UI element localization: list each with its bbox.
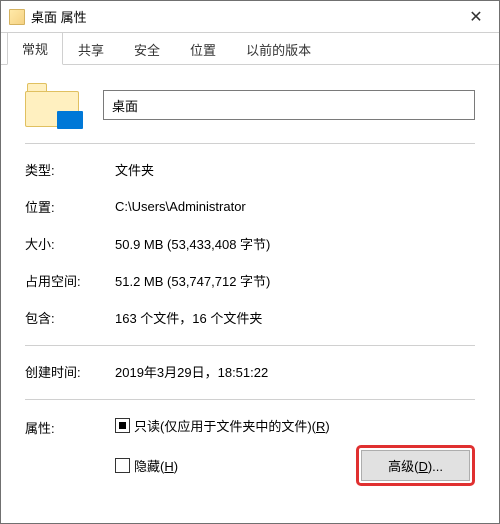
tab-content-general: 桌面 类型: 文件夹 位置: C:\Users\Administrator 大小…	[1, 65, 499, 523]
tab-previous-versions[interactable]: 以前的版本	[231, 33, 326, 65]
hidden-checkbox[interactable]: 隐藏(H)	[115, 456, 178, 475]
value-size: 50.9 MB (53,433,408 字节)	[115, 234, 475, 253]
folder-name-field[interactable]: 桌面	[103, 90, 475, 120]
label-location: 位置:	[25, 197, 115, 216]
titlebar: 桌面 属性 ✕	[1, 1, 499, 33]
value-location: C:\Users\Administrator	[115, 199, 475, 214]
value-sizeondisk: 51.2 MB (53,747,712 字节)	[115, 271, 475, 290]
readonly-checkbox[interactable]: 只读(仅应用于文件夹中的文件)(R)	[115, 416, 330, 435]
label-attributes: 属性:	[25, 416, 115, 437]
window-title: 桌面 属性	[31, 7, 453, 26]
value-created: 2019年3月29日，18:51:22	[115, 362, 475, 381]
label-type: 类型:	[25, 160, 115, 179]
checkbox-empty-icon	[115, 458, 130, 473]
divider	[25, 399, 475, 400]
hidden-label: 隐藏(H)	[134, 456, 178, 475]
advanced-button[interactable]: 高级(D)...	[361, 450, 470, 481]
folder-icon	[9, 9, 25, 25]
value-contains: 163 个文件，16 个文件夹	[115, 308, 475, 327]
tab-security[interactable]: 安全	[119, 33, 175, 65]
tab-sharing[interactable]: 共享	[63, 33, 119, 65]
close-icon[interactable]: ✕	[453, 1, 499, 33]
readonly-label: 只读(仅应用于文件夹中的文件)(R)	[134, 416, 330, 435]
label-contains: 包含:	[25, 308, 115, 327]
label-created: 创建时间:	[25, 362, 115, 381]
checkbox-indeterminate-icon	[115, 418, 130, 433]
divider	[25, 345, 475, 346]
tabstrip: 常规 共享 安全 位置 以前的版本	[1, 35, 499, 65]
label-sizeondisk: 占用空间:	[25, 271, 115, 290]
highlight-annotation: 高级(D)...	[356, 445, 475, 486]
divider	[25, 143, 475, 144]
label-size: 大小:	[25, 234, 115, 253]
value-type: 文件夹	[115, 160, 475, 179]
tab-location[interactable]: 位置	[175, 33, 231, 65]
properties-dialog: 桌面 属性 ✕ 常规 共享 安全 位置 以前的版本 桌面 类型: 文件夹 位置:…	[0, 0, 500, 524]
folder-large-icon	[25, 83, 79, 127]
tab-general[interactable]: 常规	[7, 32, 63, 65]
